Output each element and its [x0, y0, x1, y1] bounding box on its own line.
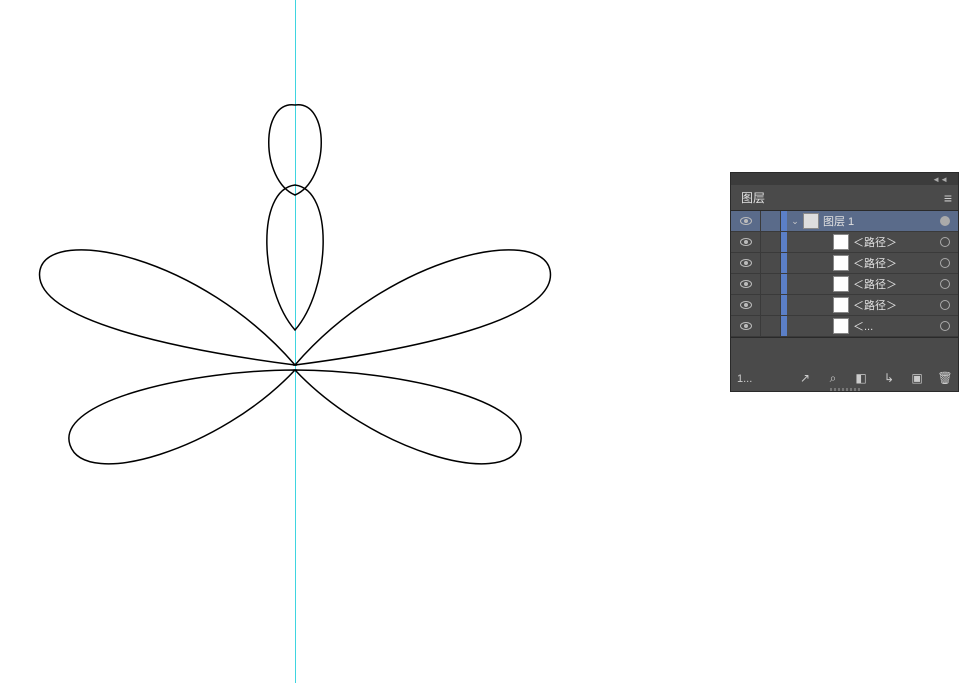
visibility-toggle[interactable] [731, 253, 761, 273]
layer-row-main[interactable]: ⌄ 图层 1 [731, 211, 958, 232]
target-icon [940, 321, 950, 331]
target-selector[interactable] [940, 216, 950, 226]
sublayer-thumbnail [833, 255, 849, 271]
sublayer-row[interactable]: ＜路径＞ [731, 232, 958, 253]
target-selector[interactable] [940, 300, 950, 310]
new-layer-icon[interactable]: ▣ [910, 371, 924, 385]
layer-color-strip [781, 316, 787, 336]
visibility-toggle[interactable] [731, 211, 761, 231]
target-selector[interactable] [940, 279, 950, 289]
lock-col[interactable] [761, 295, 781, 315]
locate-icon[interactable]: ⌕ [826, 371, 840, 385]
sublayer-row[interactable]: ＜... [731, 316, 958, 337]
lock-col[interactable] [761, 316, 781, 336]
sublayer-thumbnail [833, 234, 849, 250]
new-sublayer-icon[interactable]: ↳ [882, 371, 896, 385]
sublayer-name[interactable]: ＜路径＞ [853, 297, 897, 313]
delete-icon[interactable]: 🗑 [938, 371, 952, 385]
target-icon [940, 279, 950, 289]
sublayer-row[interactable]: ＜路径＞ [731, 274, 958, 295]
layers-panel[interactable]: ◄◄ 图层 ≡ ⌄ 图层 1 ＜路径＞ ＜路径＞ ＜路径＞ [730, 172, 959, 392]
target-icon [940, 237, 950, 247]
panel-menu-icon[interactable]: ≡ [944, 190, 952, 206]
target-selector[interactable] [940, 321, 950, 331]
eye-icon [740, 322, 752, 330]
export-icon[interactable]: ↗ [798, 371, 812, 385]
panel-resize-handle[interactable] [830, 388, 860, 391]
panel-footer: 1... ↗ ⌕ ◧ ↳ ▣ 🗑 [731, 337, 958, 391]
target-selector[interactable] [940, 258, 950, 268]
panel-header: 图层 ≡ [731, 185, 958, 211]
eye-icon [740, 217, 752, 225]
layer-color-strip [781, 232, 787, 252]
layer-color-strip [781, 253, 787, 273]
sublayer-name[interactable]: ＜... [853, 318, 873, 334]
sublayer-name[interactable]: ＜路径＞ [853, 255, 897, 271]
sublayer-name[interactable]: ＜路径＞ [853, 234, 897, 250]
expand-toggle[interactable]: ⌄ [787, 216, 803, 227]
layer-name[interactable]: 图层 1 [823, 213, 854, 229]
layer-thumbnail [803, 213, 819, 229]
lock-col[interactable] [761, 274, 781, 294]
layers-tab[interactable]: 图层 [731, 185, 775, 210]
lock-col[interactable] [761, 232, 781, 252]
sublayer-thumbnail [833, 297, 849, 313]
layer-count: 1... [737, 373, 752, 385]
target-icon [940, 300, 950, 310]
target-selector[interactable] [940, 237, 950, 247]
sublayer-thumbnail [833, 318, 849, 334]
visibility-toggle[interactable] [731, 232, 761, 252]
eye-icon [740, 238, 752, 246]
layer-color-strip [781, 274, 787, 294]
sublayer-thumbnail [833, 276, 849, 292]
visibility-toggle[interactable] [731, 274, 761, 294]
layer-color-strip [781, 295, 787, 315]
visibility-toggle[interactable] [731, 295, 761, 315]
sublayer-row[interactable]: ＜路径＞ [731, 295, 958, 316]
eye-icon [740, 280, 752, 288]
sublayer-name[interactable]: ＜路径＞ [853, 276, 897, 292]
target-icon [940, 258, 950, 268]
eye-icon [740, 259, 752, 267]
eye-icon [740, 301, 752, 309]
sublayer-row[interactable]: ＜路径＞ [731, 253, 958, 274]
panel-collapse-bar[interactable]: ◄◄ [731, 173, 958, 185]
target-icon [940, 216, 950, 226]
lock-col[interactable] [761, 253, 781, 273]
lock-col[interactable] [761, 211, 781, 231]
clip-mask-icon[interactable]: ◧ [854, 371, 868, 385]
visibility-toggle[interactable] [731, 316, 761, 336]
